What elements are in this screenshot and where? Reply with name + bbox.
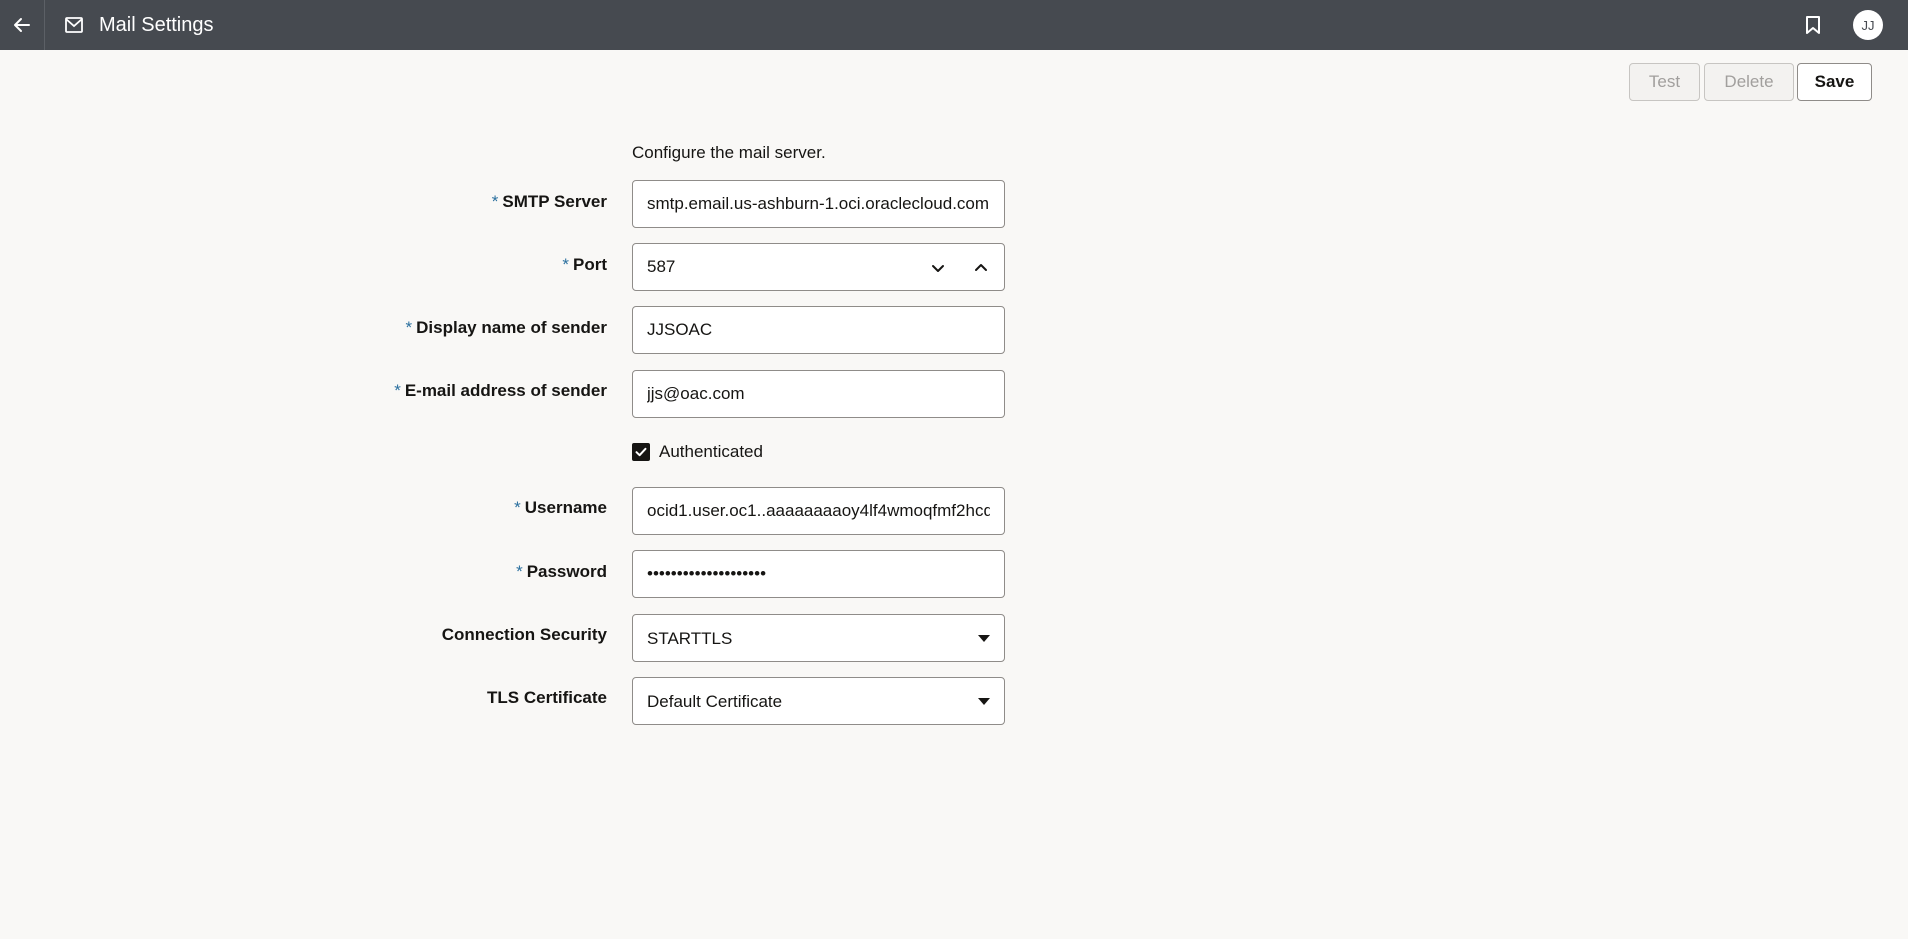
authenticated-checkbox[interactable] [632,443,650,461]
username-field[interactable] [632,487,1005,535]
caret-down-icon [978,698,990,705]
required-marker: * [491,192,499,211]
required-marker: * [562,255,569,274]
required-marker: * [394,381,401,400]
bookmark-icon [1806,16,1820,34]
authenticated-label: Authenticated [659,442,763,461]
tls-certificate-select[interactable]: Default Certificate [632,677,1005,725]
email-label: * E-mail address of sender [394,381,607,400]
password-label: * Password [516,562,607,581]
display-name-label: * Display name of sender [405,318,607,337]
email-field[interactable] [632,370,1005,418]
save-button[interactable]: Save [1797,63,1872,101]
mail-settings-page: Mail Settings JJ Test Delete Save Config… [0,0,1908,939]
authenticated-checkbox-row: Authenticated [632,442,763,462]
port-increment-button[interactable] [969,256,993,280]
email-input[interactable] [633,371,1004,417]
bookmark-button[interactable] [1800,12,1826,38]
smtp-server-input[interactable] [633,181,1004,227]
password-field[interactable] [632,550,1005,598]
connection-security-label: Connection Security [441,625,607,644]
required-marker: * [516,562,523,581]
user-avatar[interactable]: JJ [1853,10,1883,40]
username-label: * Username [514,498,607,517]
tls-certificate-value: Default Certificate [647,692,783,711]
header-bar: Mail Settings JJ [0,0,1908,50]
mail-icon [65,17,83,33]
port-decrement-button[interactable] [926,256,950,280]
caret-down-icon [978,635,990,642]
display-name-field[interactable] [632,306,1005,354]
password-input[interactable] [633,551,1004,597]
tls-certificate-label: TLS Certificate [487,688,607,707]
smtp-server-field[interactable] [632,180,1005,228]
page-title: Mail Settings [99,14,214,36]
connection-security-value: STARTTLS [647,629,733,648]
port-label: * Port [562,255,607,274]
username-input[interactable] [633,488,1004,534]
smtp-server-label: * SMTP Server [491,192,607,211]
delete-button[interactable]: Delete [1704,63,1794,101]
chevron-up-icon [975,264,987,271]
display-name-input[interactable] [633,307,1004,353]
port-stepper[interactable] [632,243,1005,291]
checkmark-icon [635,447,647,457]
required-marker: * [405,318,413,337]
back-button[interactable] [0,0,45,50]
chevron-down-icon [932,265,944,272]
test-button[interactable]: Test [1629,63,1700,101]
arrow-left-icon [14,18,30,32]
form-description: Configure the mail server. [632,143,826,162]
required-marker: * [514,498,521,517]
connection-security-select[interactable]: STARTTLS [632,614,1005,662]
